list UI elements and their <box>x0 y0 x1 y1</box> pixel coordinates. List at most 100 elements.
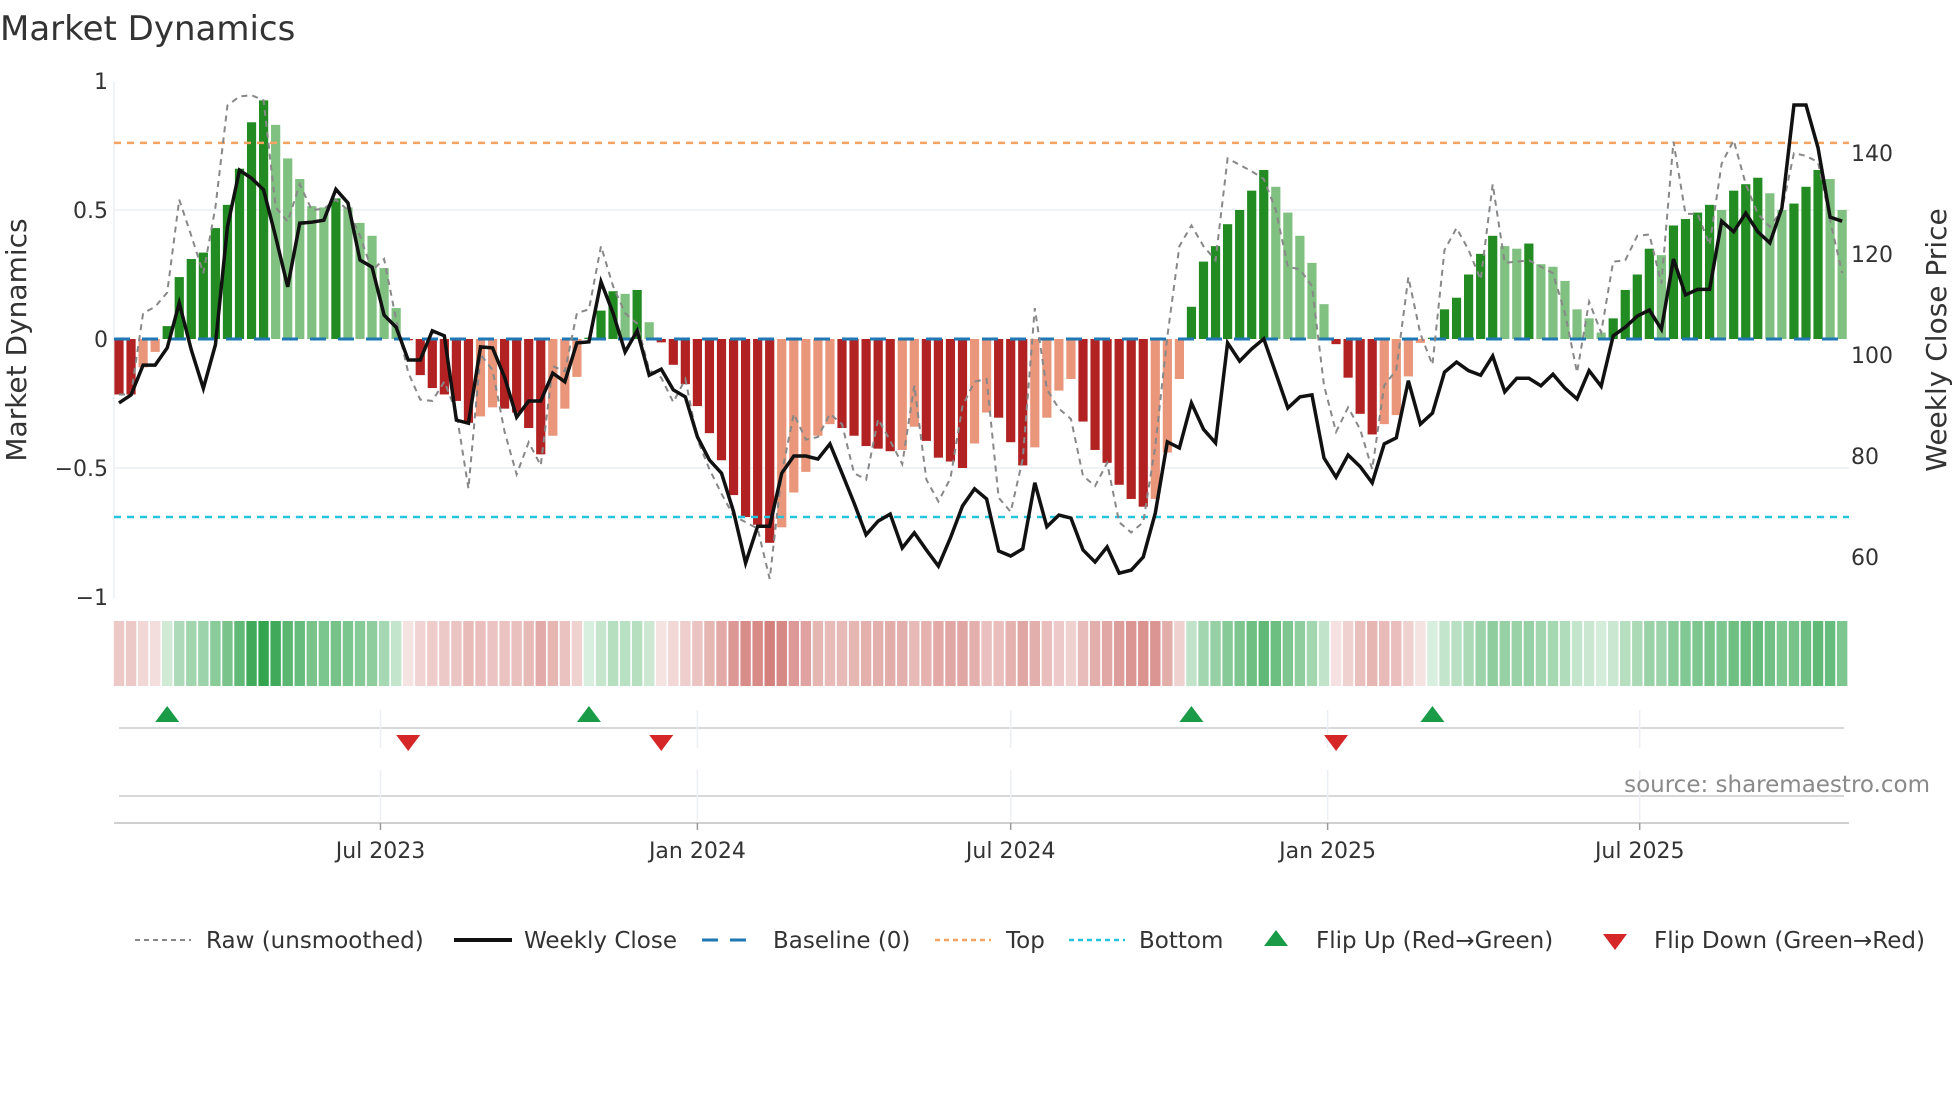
histogram-bar <box>1464 274 1474 339</box>
histogram-bar <box>1138 339 1148 507</box>
heat-strip-cell <box>113 621 125 686</box>
heat-strip-cell <box>945 621 956 686</box>
heat-strip-cell <box>1198 621 1209 686</box>
heat-strip-cell <box>1391 621 1402 686</box>
histogram-bar <box>1114 339 1124 485</box>
heat-strip-cell <box>1656 621 1667 686</box>
heat-strip-cell <box>1451 621 1462 686</box>
histogram-bar <box>1403 339 1413 377</box>
histogram-bar <box>1018 339 1028 466</box>
heat-strip-cell <box>1126 621 1137 686</box>
x-tick-label: Jul 2025 <box>1593 839 1685 864</box>
y-tick-label-right: 140 <box>1851 142 1893 167</box>
x-tick-label: Jul 2023 <box>334 839 426 864</box>
heat-strip-cell <box>981 621 992 686</box>
heat-strip-cell <box>1439 621 1450 686</box>
heat-strip-cell <box>571 621 583 686</box>
histogram-bar <box>1753 177 1763 339</box>
histogram-bar <box>283 158 293 339</box>
heat-strip-cell <box>1403 621 1414 686</box>
heat-strip-cell <box>644 621 655 686</box>
heat-strip-cell <box>282 621 293 686</box>
histogram-bar <box>234 168 245 339</box>
histogram-bar <box>861 339 871 447</box>
histogram-bar <box>1391 339 1401 416</box>
histogram-bar <box>1283 212 1293 339</box>
legend-flip-down-label: Flip Down (Green→Red) <box>1654 928 1925 954</box>
heat-strip-cell <box>1511 621 1522 686</box>
histogram-bar <box>1777 210 1787 339</box>
heat-strip-cell <box>1704 621 1715 686</box>
histogram-bar <box>524 339 534 429</box>
heat-strip-cell <box>1776 621 1788 686</box>
heat-strip-cell <box>1306 621 1318 686</box>
heat-strip-cell <box>559 621 571 686</box>
heat-strip-cell <box>354 621 366 686</box>
histogram-bar <box>777 339 787 528</box>
heat-strip-cell <box>403 621 414 686</box>
heat-strip-cell <box>1282 621 1294 686</box>
heat-strip-cell <box>125 621 137 686</box>
heat-strip-cell <box>162 621 173 686</box>
heat-strip-cell <box>583 621 595 686</box>
heat-strip-cell <box>860 621 872 686</box>
histogram-bar <box>186 259 196 339</box>
heat-strip-cell <box>511 621 522 686</box>
histogram-bar <box>1439 309 1450 339</box>
heat-strip-cell <box>1824 621 1836 686</box>
histogram-bar <box>1644 248 1654 339</box>
heat-strip-cell <box>246 621 257 686</box>
histogram-bar <box>1319 304 1329 339</box>
histogram-bar <box>1355 339 1365 414</box>
histogram-bar <box>319 207 329 339</box>
heat-strip-cell <box>1077 621 1089 686</box>
heat-strip-cell <box>1644 621 1655 686</box>
heat-strip-cell <box>656 621 667 686</box>
histogram-bar <box>343 207 353 339</box>
legend-raw-label: Raw (unsmoothed) <box>206 928 424 954</box>
y-tick-label-right: 60 <box>1851 546 1879 571</box>
histogram-bar <box>1006 339 1016 443</box>
histogram-bar <box>1066 339 1076 379</box>
histogram-bar <box>1186 306 1197 339</box>
histogram-bars <box>114 100 1847 543</box>
heat-strip-cell <box>1258 621 1269 686</box>
heat-strip-cell <box>752 621 763 686</box>
heat-strip-cell <box>415 621 426 686</box>
heat-strip-cell <box>969 621 980 686</box>
heat-strip-cell <box>258 621 269 686</box>
heat-strip-cell <box>800 621 812 686</box>
y-tick-label-right: 100 <box>1851 344 1893 369</box>
histogram-bar <box>1801 186 1811 339</box>
heat-strip-cell <box>607 621 619 686</box>
histogram-bar <box>1692 212 1703 339</box>
histogram-bar <box>307 206 317 339</box>
heat-strip-cell <box>1222 621 1233 686</box>
heat-strip-cell <box>1029 621 1040 686</box>
heat-strip-cell <box>1234 621 1245 686</box>
heat-strip-cell <box>1523 621 1535 686</box>
y-tick-label-left: −0.5 <box>55 457 108 482</box>
heat-strip-cell <box>1487 621 1498 686</box>
heat-strip-cell <box>704 621 715 686</box>
heat-strip-cell <box>1740 621 1751 686</box>
heat-strip-cell <box>1427 621 1438 686</box>
histogram-bar <box>1042 339 1052 418</box>
heat-strip-cell <box>1571 621 1583 686</box>
histogram-bar <box>1632 274 1642 339</box>
histogram-bar <box>1126 339 1136 499</box>
histogram-bar <box>933 339 943 458</box>
y-tick-label-left: 0 <box>94 328 108 353</box>
grid <box>113 82 1849 824</box>
flip-down-marker <box>649 735 674 751</box>
heat-strip-cell <box>1089 621 1101 686</box>
histogram-bar <box>994 339 1004 418</box>
histogram-bar <box>1488 235 1498 339</box>
heat-strip-cell <box>306 621 317 686</box>
histogram-bar <box>1102 339 1112 463</box>
heat-strip-cell <box>1535 621 1547 686</box>
heat-strip-cell <box>1294 621 1306 686</box>
flip-up-marker <box>576 706 601 722</box>
heat-strip-cell <box>631 621 643 686</box>
heat-strip-cell <box>788 621 799 686</box>
